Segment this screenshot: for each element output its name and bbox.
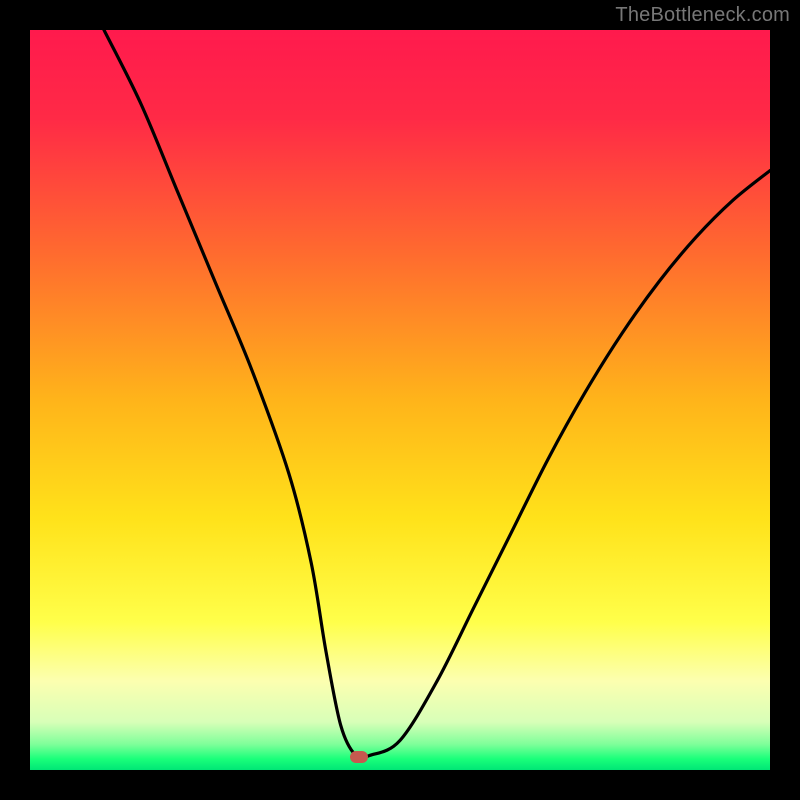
bottleneck-curve xyxy=(30,30,770,770)
plot-area xyxy=(30,30,770,770)
watermark-text: TheBottleneck.com xyxy=(615,4,790,27)
optimal-point-marker xyxy=(350,751,368,763)
chart-frame: TheBottleneck.com xyxy=(0,0,800,800)
